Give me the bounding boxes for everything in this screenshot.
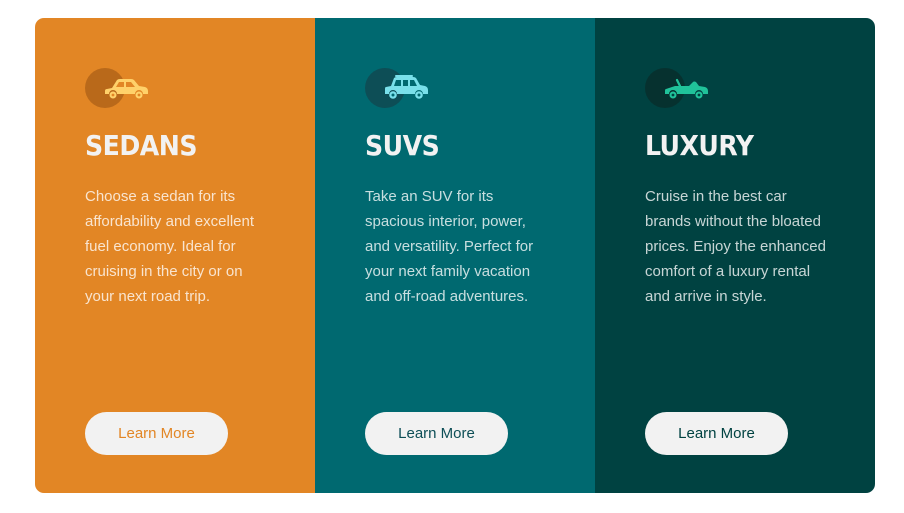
vehicle-cards: Sedans Choose a sedan for its affordabil… [35, 18, 875, 493]
learn-more-button[interactable]: Learn More [85, 412, 228, 455]
learn-more-button[interactable]: Learn More [645, 412, 788, 455]
card-title: Sedans [85, 129, 198, 162]
card-suvs: SUVs Take an SUV for its spacious interi… [315, 18, 595, 493]
sedan-car-icon-shape [105, 79, 148, 99]
luxury-convertible-icon-shape [665, 78, 708, 99]
card-luxury: Luxury Cruise in the best car brands wit… [595, 18, 875, 493]
card-description: Take an SUV for its spacious interior, p… [365, 188, 534, 305]
card-description: Choose a sedan for its affordability and… [85, 188, 254, 305]
learn-more-button[interactable]: Learn More [365, 412, 508, 455]
card-description: Cruise in the best car brands without th… [645, 188, 826, 305]
suv-car-icon-shape [385, 75, 428, 99]
card-title: SUVs [365, 129, 440, 162]
card-sedans: Sedans Choose a sedan for its affordabil… [35, 18, 315, 493]
luxury-convertible-icon [645, 68, 709, 108]
suv-car-icon [365, 68, 429, 108]
sedan-car-icon [85, 68, 149, 108]
card-title: Luxury [645, 129, 754, 162]
